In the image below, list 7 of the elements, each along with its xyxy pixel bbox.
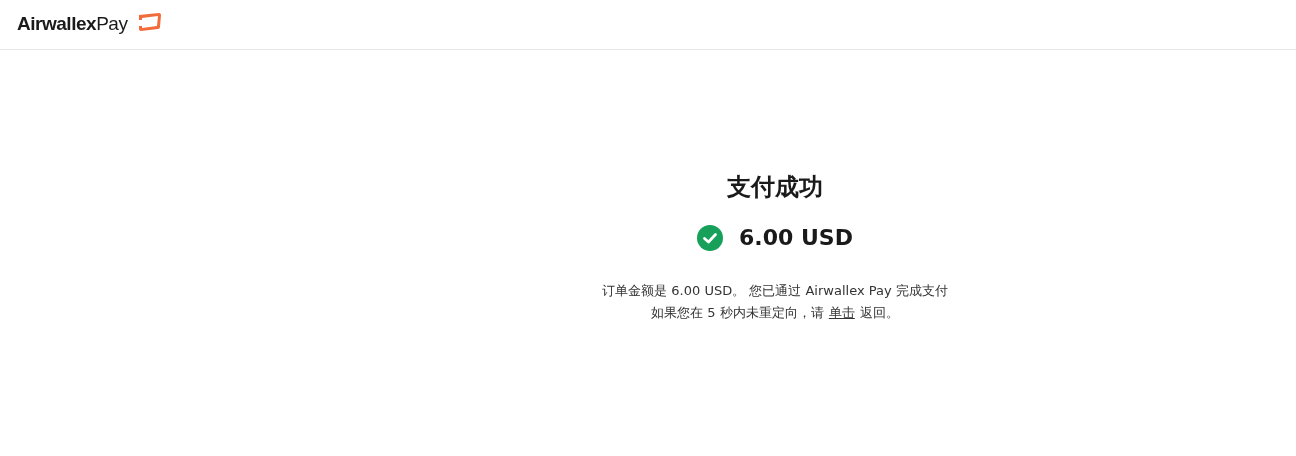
page-title: 支付成功 — [727, 172, 823, 203]
logo-text: AirwallexPay — [17, 12, 128, 37]
redirect-message: 如果您在 5 秒内未重定向，请 — [651, 304, 824, 322]
payment-message: 订单金额是 6.00 USD。 您已通过 Airwallex Pay 完成支付 — [602, 282, 948, 300]
click-link[interactable]: 单击 — [828, 302, 855, 324]
redirect-message-end: 返回。 — [859, 304, 899, 322]
amount: 6.00 USD — [739, 224, 853, 252]
